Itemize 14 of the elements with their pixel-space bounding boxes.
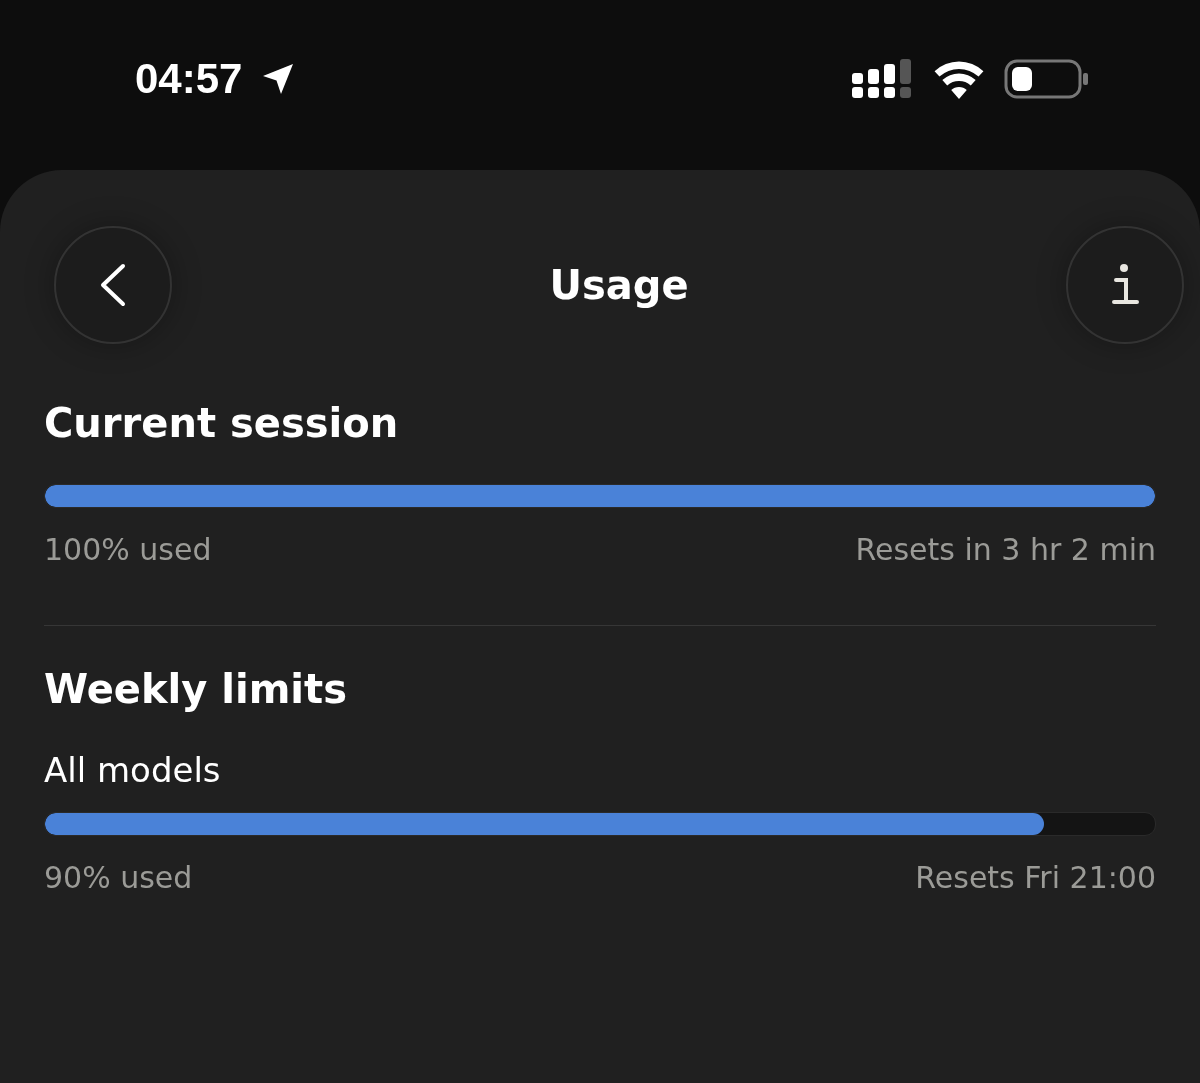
- reset-time: Resets in 3 hr 2 min: [855, 532, 1156, 567]
- back-chevron-icon: [99, 262, 127, 308]
- section-title: Weekly limits: [44, 666, 348, 712]
- status-time: 04:57: [135, 55, 243, 103]
- page-title: Usage: [549, 262, 689, 308]
- signal-icon: [852, 59, 914, 99]
- usage-percent: 90% used: [44, 860, 193, 895]
- battery-icon: [1004, 59, 1090, 99]
- info-icon: [1111, 264, 1139, 306]
- section-title: Current session: [44, 400, 400, 446]
- wifi-icon: [932, 59, 986, 99]
- usage-percent: 100% used: [44, 532, 212, 567]
- meter-label: All models: [44, 750, 222, 790]
- reset-time: Resets Fri 21:00: [915, 860, 1156, 895]
